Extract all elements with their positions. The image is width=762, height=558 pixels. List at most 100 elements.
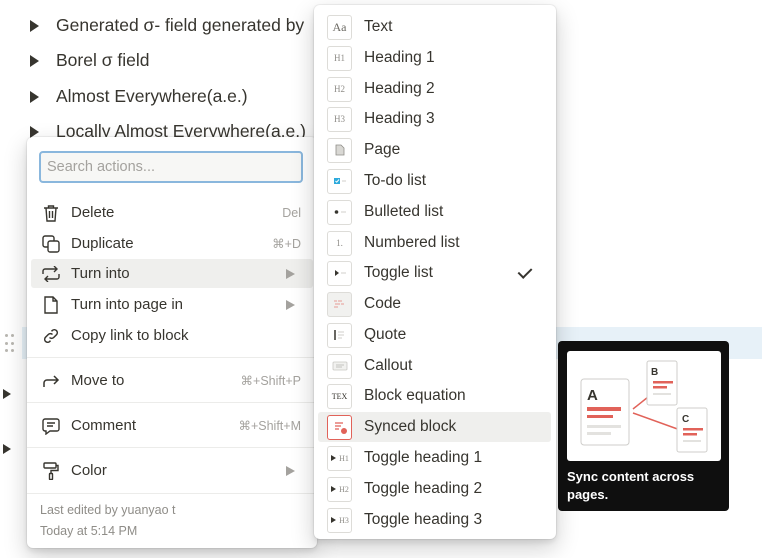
- turn-into-bulleted-list[interactable]: Bulleted list: [318, 197, 551, 227]
- menu-item-label: Move to: [71, 372, 125, 389]
- turn-into-label: Block equation: [364, 387, 466, 404]
- bg-toggle-item[interactable]: Borel σ field: [30, 50, 149, 71]
- card-letter-a: A: [587, 387, 598, 404]
- menu-item-turn-into-page-in[interactable]: Turn into page in: [31, 290, 313, 319]
- turn-into-synced-block[interactable]: Synced block: [318, 412, 551, 442]
- turn-into-label: Heading 3: [364, 110, 435, 127]
- submenu-arrow-icon: [286, 299, 295, 310]
- comment-icon: [40, 416, 62, 436]
- link-icon: [40, 326, 62, 346]
- toggle-heading-1-icon: H1: [327, 445, 352, 471]
- menu-item-copy-link[interactable]: Copy link to block: [31, 321, 313, 350]
- menu-item-label: Delete: [71, 204, 115, 221]
- toggle-heading-glyph: H1: [339, 453, 349, 463]
- equation-icon: TEX: [327, 383, 352, 409]
- toggle-triangle-icon[interactable]: [3, 444, 11, 454]
- shortcut-hint: ⌘+Shift+M: [238, 419, 301, 433]
- toggle-triangle-icon[interactable]: [30, 125, 39, 138]
- bg-toggle-label: Almost Everywhere(a.e.): [56, 86, 248, 106]
- turn-into-toggle-heading-2[interactable]: H2 Toggle heading 2: [318, 474, 551, 504]
- turn-into-toggle-list[interactable]: Toggle list: [318, 258, 551, 288]
- turn-into-heading-2[interactable]: H2 Heading 2: [318, 74, 551, 104]
- turn-into-label: Heading 2: [364, 80, 435, 97]
- card-letter-c: C: [682, 414, 689, 425]
- menu-item-label: Color: [71, 462, 107, 479]
- page-icon: [40, 295, 62, 315]
- turn-into-label: Heading 1: [364, 49, 435, 66]
- turn-into-label: Text: [364, 18, 393, 35]
- code-icon: [327, 291, 352, 317]
- toggle-list-icon: [327, 260, 352, 286]
- heading-3-icon: H3: [327, 106, 352, 132]
- last-edited-time: Today at 5:14 PM: [40, 524, 138, 538]
- menu-item-comment[interactable]: Comment ⌘+Shift+M: [31, 411, 313, 440]
- card-letter-b: B: [651, 367, 658, 378]
- shortcut-hint: ⌘+D: [272, 237, 301, 251]
- submenu-arrow-icon: [286, 268, 295, 279]
- toggle-heading-glyph: H3: [339, 515, 349, 525]
- menu-item-duplicate[interactable]: Duplicate ⌘+D: [31, 229, 313, 258]
- menu-item-delete[interactable]: Delete Del: [31, 198, 313, 227]
- turn-into-quote[interactable]: Quote: [318, 320, 551, 350]
- turn-into-code[interactable]: Code: [318, 289, 551, 319]
- turn-into-icon: [40, 264, 62, 284]
- text-icon: Aa: [327, 14, 352, 40]
- search-actions-input[interactable]: [39, 151, 303, 183]
- menu-item-label: Copy link to block: [71, 327, 189, 344]
- todo-icon: [327, 168, 352, 194]
- turn-into-numbered-list[interactable]: 1. Numbered list: [318, 228, 551, 258]
- bulleted-list-icon: [327, 199, 352, 225]
- menu-item-turn-into[interactable]: Turn into: [31, 259, 313, 288]
- toggle-triangle-icon[interactable]: [30, 19, 39, 32]
- toggle-triangle-icon[interactable]: [30, 54, 39, 67]
- turn-into-heading-3[interactable]: H3 Heading 3: [318, 104, 551, 134]
- turn-into-label: Code: [364, 295, 402, 312]
- turn-into-page[interactable]: Page: [318, 135, 551, 165]
- quote-icon: [327, 322, 352, 348]
- turn-into-label: Toggle heading 3: [364, 511, 483, 528]
- bg-toggle-item[interactable]: Almost Everywhere(a.e.): [30, 86, 248, 107]
- synced-block-icon: [327, 414, 352, 440]
- shortcut-hint: ⌘+Shift+P: [240, 374, 301, 388]
- menu-item-label: Duplicate: [71, 235, 134, 252]
- duplicate-icon: [40, 234, 62, 254]
- turn-into-block-equation[interactable]: TEX Block equation: [318, 381, 551, 411]
- move-arrow-icon: [40, 371, 62, 391]
- turn-into-label: Toggle list: [364, 264, 433, 281]
- turn-into-todo-list[interactable]: To-do list: [318, 166, 551, 196]
- block-actions-menu: Delete Del Duplicate ⌘+D Turn into Turn …: [27, 137, 317, 548]
- heading-2-icon: H2: [327, 76, 352, 102]
- trash-icon: [40, 203, 62, 223]
- turn-into-toggle-heading-1[interactable]: H1 Toggle heading 1: [318, 443, 551, 473]
- bg-toggle-label: Generated σ- field generated by: [56, 15, 305, 35]
- toggle-heading-glyph: H2: [339, 484, 349, 494]
- turn-into-text[interactable]: Aa Text: [318, 12, 551, 42]
- toggle-triangle-icon[interactable]: [3, 389, 11, 399]
- menu-divider: [27, 402, 317, 403]
- turn-into-label: Callout: [364, 357, 413, 374]
- turn-into-toggle-heading-3[interactable]: H3 Toggle heading 3: [318, 505, 551, 535]
- turn-into-label: To-do list: [364, 172, 427, 189]
- menu-item-label: Turn into page in: [71, 296, 184, 313]
- drag-handle-icon[interactable]: [5, 334, 15, 352]
- numbered-list-icon: 1.: [327, 230, 352, 256]
- bg-toggle-item[interactable]: Generated σ- field generated by: [30, 15, 304, 36]
- menu-item-move-to[interactable]: Move to ⌘+Shift+P: [31, 366, 313, 395]
- synced-block-preview: A B C Sync content across pages.: [558, 341, 729, 511]
- turn-into-callout[interactable]: Callout: [318, 351, 551, 381]
- turn-into-heading-1[interactable]: H1 Heading 1: [318, 43, 551, 73]
- turn-into-label: Quote: [364, 326, 407, 343]
- paint-roller-icon: [40, 461, 62, 481]
- synced-block-illustration: A B C: [567, 351, 721, 461]
- toggle-heading-3-icon: H3: [327, 507, 352, 533]
- bg-toggle-label: Borel σ field: [56, 50, 150, 70]
- menu-divider: [27, 447, 317, 448]
- menu-divider: [27, 357, 317, 358]
- shortcut-hint: Del: [282, 205, 301, 220]
- menu-item-color[interactable]: Color: [31, 456, 313, 485]
- last-edited-by: Last edited by yuanyao t: [40, 503, 176, 517]
- menu-item-label: Comment: [71, 417, 137, 434]
- toggle-triangle-icon[interactable]: [30, 90, 39, 103]
- turn-into-label: Synced block: [364, 418, 457, 435]
- preview-description: Sync content across pages.: [567, 469, 695, 502]
